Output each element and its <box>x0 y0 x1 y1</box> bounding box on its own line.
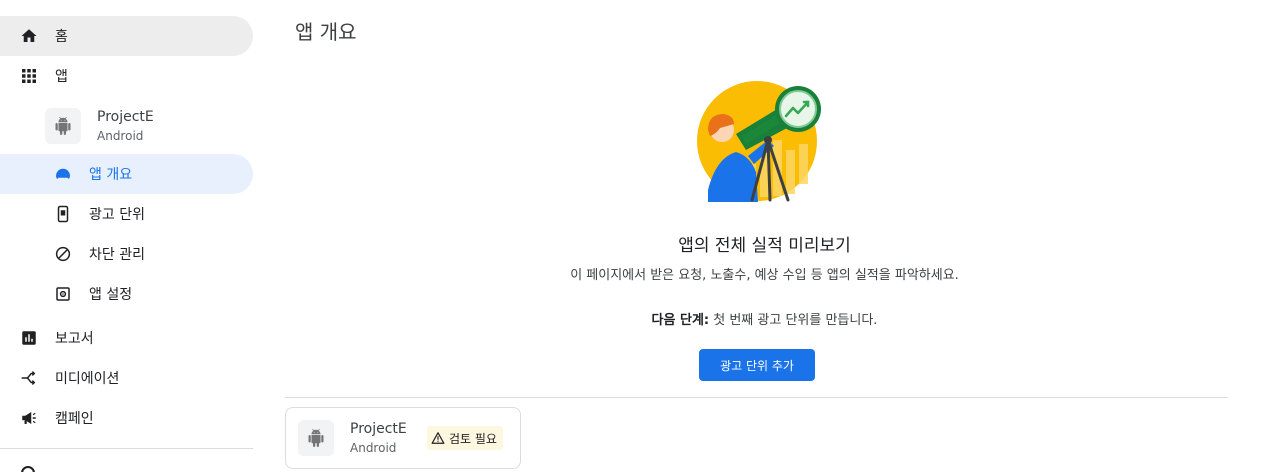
app-thumbnail <box>298 420 334 456</box>
next-step-label: 다음 단계: <box>651 313 710 328</box>
admob-app: 홈 앱 ProjectE Android 앱 개요 광고 단위 차단 관리 앱 … <box>0 0 1263 472</box>
main-content: 앱 개요 앱의 전체 실적 미리보기 이 페이지에서 받은 요청, 노출수, 예… <box>266 0 1263 472</box>
page-title: 앱 개요 <box>295 20 357 44</box>
reports-icon <box>19 328 39 348</box>
partial-icon <box>21 466 35 472</box>
sidebar-item-apps[interactable]: 앱 <box>0 56 253 96</box>
sidebar-item-label: 앱 개요 <box>89 167 133 183</box>
sidebar-item-label: 캠페인 <box>55 411 94 427</box>
sidebar-item-ad-units[interactable]: 광고 단위 <box>0 194 253 234</box>
sidebar-item-home[interactable]: 홈 <box>0 16 253 56</box>
megaphone-icon <box>19 408 39 428</box>
android-icon <box>308 429 324 447</box>
next-step-body: 첫 번째 광고 단위를 만듭니다. <box>709 313 878 328</box>
sidebar-item-label: 보고서 <box>55 331 94 347</box>
hero-description: 이 페이지에서 받은 요청, 노출수, 예상 수입 등 앱의 실적을 파악하세요… <box>570 268 959 283</box>
home-icon <box>19 26 39 46</box>
sidebar: 홈 앱 ProjectE Android 앱 개요 광고 단위 차단 관리 앱 … <box>0 0 266 472</box>
app-thumbnail <box>45 108 81 144</box>
android-icon <box>55 117 71 135</box>
settings-icon <box>53 284 73 304</box>
app-platform: Android <box>350 441 397 455</box>
sidebar-item-label: 차단 관리 <box>89 247 145 263</box>
sidebar-item-app-settings[interactable]: 앱 설정 <box>0 274 253 314</box>
sidebar-item-mediation[interactable]: 미디에이션 <box>0 358 253 398</box>
sidebar-item-blocking[interactable]: 차단 관리 <box>0 234 253 274</box>
phone-icon <box>53 204 73 224</box>
app-name: ProjectE <box>350 421 407 437</box>
status-badge: 검토 필요 <box>427 426 503 450</box>
app-name: ProjectE <box>97 109 154 125</box>
sidebar-app-entry[interactable]: ProjectE Android <box>45 106 245 146</box>
sidebar-item-campaigns[interactable]: 캠페인 <box>0 398 253 438</box>
apps-grid-icon <box>19 66 39 86</box>
app-card[interactable]: ProjectE Android 검토 필요 <box>285 407 521 469</box>
sidebar-item-app-overview[interactable]: 앱 개요 <box>0 154 253 194</box>
sidebar-item-reports[interactable]: 보고서 <box>0 318 253 358</box>
sidebar-item-label: 미디에이션 <box>55 371 120 387</box>
telescope-illustration <box>697 81 821 202</box>
sidebar-item-label: 앱 <box>55 69 68 85</box>
sidebar-item-label: 광고 단위 <box>89 207 145 223</box>
warning-icon <box>431 432 445 444</box>
speedometer-icon <box>53 164 73 184</box>
sidebar-item-label: 앱 설정 <box>89 287 133 303</box>
status-badge-label: 검토 필요 <box>449 431 497 446</box>
sidebar-divider <box>0 448 253 449</box>
mediation-icon <box>19 368 39 388</box>
hero-heading: 앱의 전체 실적 미리보기 <box>678 236 851 256</box>
sidebar-item-label: 홈 <box>55 29 68 45</box>
next-step-text: 다음 단계: 첫 번째 광고 단위를 만듭니다. <box>266 309 1263 328</box>
block-icon <box>53 244 73 264</box>
content-divider <box>285 397 1228 398</box>
app-platform: Android <box>97 129 144 143</box>
add-ad-unit-button[interactable]: 광고 단위 추가 <box>699 349 815 381</box>
